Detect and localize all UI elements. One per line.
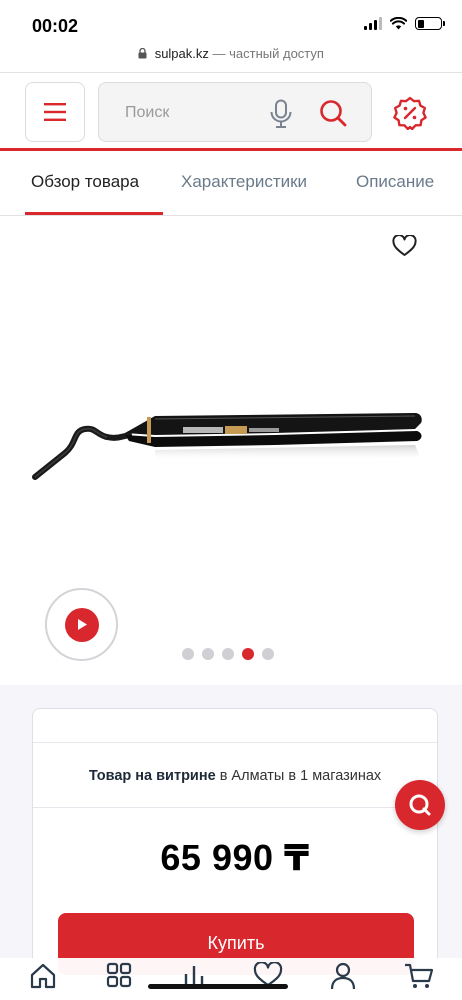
stock-location: в Алматы в 1 магазинах	[215, 768, 382, 784]
play-icon	[64, 607, 99, 642]
url-bar[interactable]: sulpak.kz — частный доступ	[0, 46, 462, 61]
product-price: 65 990 ₸	[160, 837, 310, 878]
gallery-dot-active[interactable]	[242, 648, 254, 660]
url-suffix: — частный доступ	[212, 46, 324, 61]
video-play-button[interactable]	[45, 588, 118, 661]
chat-icon	[409, 794, 431, 816]
stock-info: Товар на витрине в Алматы в 1 магазинах	[33, 768, 437, 784]
status-time: 00:02	[32, 16, 79, 36]
search-icon[interactable]	[319, 99, 347, 127]
top-divider	[0, 72, 462, 73]
product-tabs: Обзор товара Характеристики Описание	[0, 152, 462, 216]
card-divider	[33, 807, 437, 808]
cart-icon[interactable]	[404, 962, 434, 990]
gallery-dot[interactable]	[202, 648, 214, 660]
profile-icon[interactable]	[330, 962, 356, 990]
gallery-dot[interactable]	[222, 648, 234, 660]
gallery-dot[interactable]	[262, 648, 274, 660]
gallery-dot[interactable]	[182, 648, 194, 660]
gallery-pagination	[182, 648, 274, 660]
card-divider	[33, 742, 437, 743]
tab-overview[interactable]: Обзор товара	[31, 172, 139, 192]
wifi-icon	[390, 17, 407, 30]
home-icon[interactable]	[29, 962, 57, 990]
product-image[interactable]	[25, 395, 435, 485]
chat-button[interactable]	[395, 780, 445, 830]
tab-characteristics[interactable]: Характеристики	[181, 172, 307, 192]
active-tab-indicator	[25, 212, 163, 215]
search-placeholder: Поиск	[125, 104, 170, 121]
battery-icon	[415, 17, 445, 30]
home-indicator	[148, 984, 288, 989]
status-icons	[364, 17, 445, 30]
purchase-card: Товар на витрине в Алматы в 1 магазинах …	[32, 708, 438, 1000]
percent-badge-icon[interactable]	[393, 96, 427, 130]
stock-status: Товар на витрине	[88, 768, 216, 784]
lock-icon	[138, 48, 147, 59]
header-accent-line	[0, 148, 462, 151]
search-input[interactable]: Поиск	[98, 82, 372, 142]
url-domain: sulpak.kz	[154, 46, 209, 61]
mic-icon[interactable]	[269, 99, 293, 129]
bottom-nav	[0, 958, 462, 1000]
menu-icon	[44, 103, 66, 121]
menu-button[interactable]	[25, 82, 85, 142]
signal-icon	[364, 17, 382, 30]
favorite-heart-icon[interactable]	[392, 235, 417, 257]
tab-description[interactable]: Описание	[356, 172, 434, 192]
catalog-icon[interactable]	[106, 962, 132, 988]
status-bar: 00:02	[0, 0, 462, 44]
